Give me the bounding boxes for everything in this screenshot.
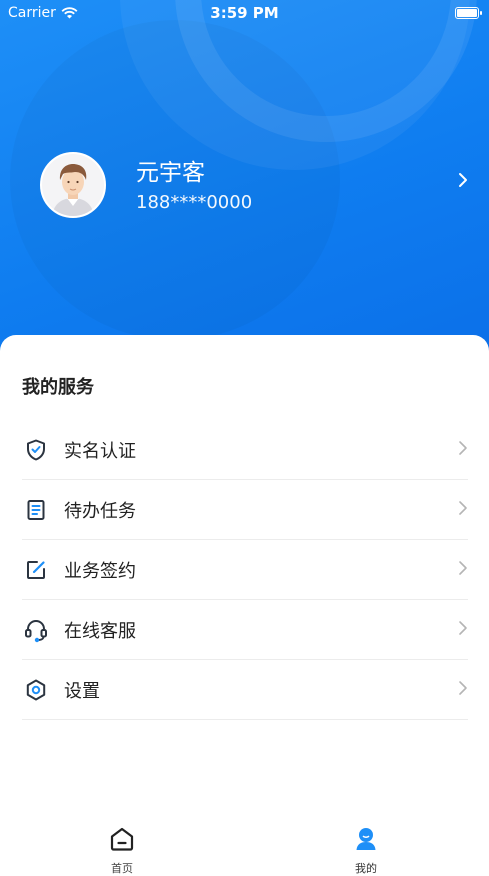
tab-home[interactable]: 首页 xyxy=(92,825,152,876)
profile-card[interactable]: 元宇客 188****0000 xyxy=(40,150,480,220)
phone-number: 188****0000 xyxy=(136,191,253,213)
services-panel: 我的服务 实名认证 待办任务 业务签约 在线客服 设置 xyxy=(0,335,489,875)
tab-label: 首页 xyxy=(111,862,133,875)
chevron-right-icon xyxy=(459,681,467,695)
tab-mine[interactable]: 我的 xyxy=(336,825,396,876)
menu-label: 在线客服 xyxy=(64,620,136,642)
menu-item-real-name-verification[interactable]: 实名认证 xyxy=(22,420,468,480)
user-icon xyxy=(356,828,376,850)
menu-label: 设置 xyxy=(64,680,100,702)
headset-icon xyxy=(22,616,50,644)
settings-hexagon-icon xyxy=(22,676,50,704)
clock: 3:59 PM xyxy=(210,4,279,22)
menu-item-business-signing[interactable]: 业务签约 xyxy=(22,540,468,600)
edit-sign-icon xyxy=(22,556,50,584)
profile-header: Carrier 3:59 PM 元宇客 188****0000 xyxy=(0,0,489,370)
menu-item-pending-tasks[interactable]: 待办任务 xyxy=(22,480,468,540)
user-info: 元宇客 188****0000 xyxy=(136,158,252,213)
avatar xyxy=(40,152,106,218)
menu-label: 业务签约 xyxy=(64,560,136,582)
battery-icon xyxy=(455,7,482,19)
menu-item-online-support[interactable]: 在线客服 xyxy=(22,600,468,660)
chevron-right-icon xyxy=(459,173,467,187)
chevron-right-icon xyxy=(459,501,467,515)
chevron-right-icon xyxy=(459,441,467,455)
username: 元宇客 xyxy=(136,159,205,186)
shield-check-icon xyxy=(22,436,50,464)
menu-label: 待办任务 xyxy=(64,500,136,522)
home-icon xyxy=(110,827,134,851)
status-bar: Carrier 3:59 PM xyxy=(0,0,489,26)
services-menu: 实名认证 待办任务 业务签约 在线客服 设置 xyxy=(22,420,468,720)
menu-label: 实名认证 xyxy=(64,440,136,462)
section-title: 我的服务 xyxy=(22,377,94,398)
task-list-icon xyxy=(22,496,50,524)
chevron-right-icon xyxy=(459,561,467,575)
chevron-right-icon xyxy=(459,621,467,635)
tab-label: 我的 xyxy=(355,862,377,875)
menu-item-settings[interactable]: 设置 xyxy=(22,660,468,720)
tab-bar: 首页 我的 xyxy=(0,815,489,875)
avatar-illustration xyxy=(42,154,104,216)
